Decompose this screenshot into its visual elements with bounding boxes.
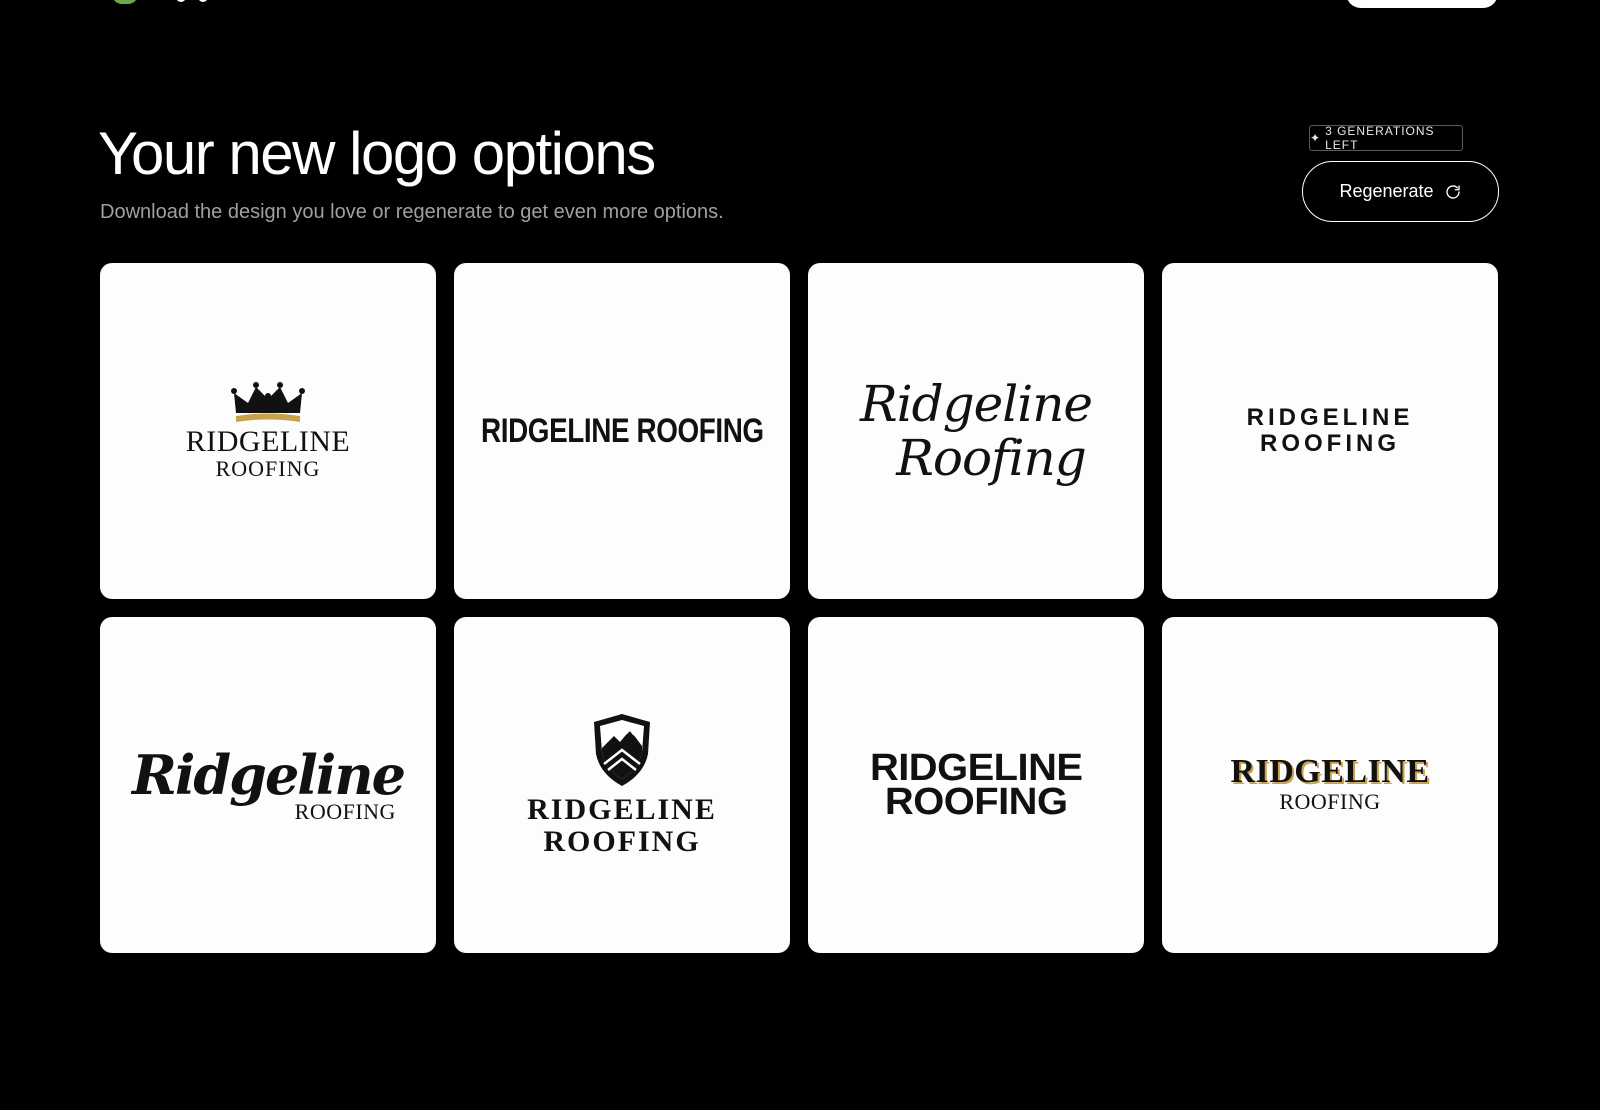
regenerate-button[interactable]: Regenerate: [1302, 161, 1499, 222]
brand-wordmark[interactable]: [176, 0, 236, 4]
logo-option-card[interactable]: RIDGELINE ROOFING: [1162, 263, 1498, 599]
sparkle-icon: ✦: [1310, 131, 1322, 145]
logo-preview: RIDGELINE ROOFING: [527, 712, 717, 858]
logo-preview: RIDGELINE ROOFING: [454, 412, 790, 451]
logo-line-1: RIDGELINE: [185, 425, 351, 458]
logo-line-2: ROOFING: [1279, 789, 1381, 814]
page-title: Your new logo options: [98, 120, 656, 187]
logo-line-2: Roofing: [896, 429, 1087, 487]
logo-line-1: Ridgeline: [859, 375, 1093, 433]
logo-option-card[interactable]: RIDGELINE ROOFING: [808, 617, 1144, 953]
logo-option-card[interactable]: RIDGELINE ROOFING: [1162, 617, 1498, 953]
shield-mountain-icon: [594, 714, 650, 786]
logo-preview: Ridgeline ROOFING: [132, 743, 406, 823]
logo-line-1: RIDGELINE ROOFING: [480, 411, 764, 450]
logo-option-card[interactable]: Ridgeline Roofing: [808, 263, 1144, 599]
regenerate-label: Regenerate: [1339, 181, 1434, 201]
refresh-icon: [1445, 184, 1460, 199]
logo-preview: RIDGELINE ROOFING: [1230, 755, 1429, 815]
logo-options-grid: RIDGELINE ROOFING RIDGELINE ROOFING Ridg…: [100, 263, 1498, 953]
logo-line-1: RIDGELINE: [527, 793, 717, 826]
logo-option-card[interactable]: RIDGELINE ROOFING: [454, 617, 790, 953]
crown-icon: [231, 382, 305, 422]
logo-preview: Ridgeline Roofing: [859, 375, 1093, 487]
logo-preview: RIDGELINE ROOFING: [1247, 405, 1414, 457]
logo-preview: RIDGELINE ROOFING: [186, 381, 350, 481]
nav-account-button[interactable]: [1346, 0, 1498, 8]
page-subtitle: Download the design you love or regenera…: [100, 201, 724, 223]
logo-option-card[interactable]: RIDGELINE ROOFING: [454, 263, 790, 599]
logo-line-1: Ridgeline: [132, 743, 406, 807]
generations-left-badge: ✦ 3 GENERATIONS LEFT: [1309, 124, 1463, 152]
logo-line-1: RIDGELINE: [869, 747, 1083, 789]
logo-preview: RIDGELINE ROOFING: [870, 749, 1083, 821]
brand-logo-icon[interactable]: [112, 0, 138, 4]
logo-line-2: ROOFING: [884, 781, 1068, 823]
generations-left-label: 3 GENERATIONS LEFT: [1325, 124, 1435, 152]
logo-line-2: ROOFING: [543, 825, 701, 858]
logo-line-2: ROOFING: [215, 456, 321, 481]
logo-line-1: RIDGELINE: [1246, 404, 1414, 431]
logo-option-card[interactable]: RIDGELINE ROOFING: [100, 263, 436, 599]
logo-line-1: RIDGELINE: [1230, 753, 1430, 790]
logo-line-2: ROOFING: [1260, 430, 1400, 457]
logo-option-card[interactable]: Ridgeline ROOFING: [100, 617, 436, 953]
